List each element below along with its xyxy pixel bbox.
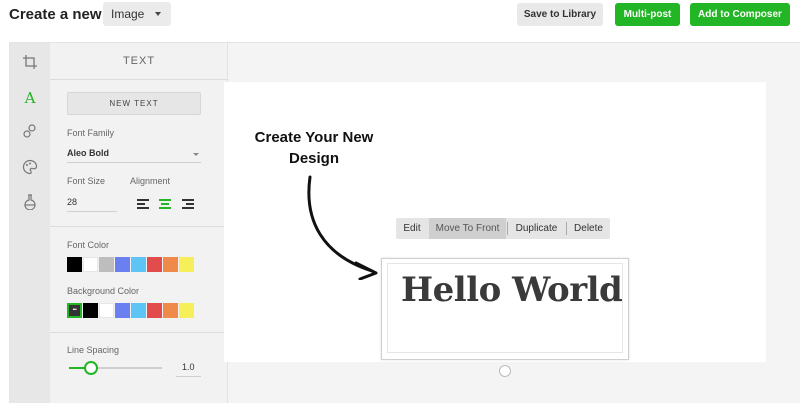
color-swatch[interactable] (179, 303, 194, 318)
align-right-icon[interactable] (182, 199, 194, 209)
rotate-handle[interactable] (499, 365, 511, 377)
background-color-swatches (67, 303, 195, 318)
color-swatch[interactable] (99, 257, 114, 272)
multi-post-button[interactable]: Multi-post (615, 3, 680, 26)
edit-button[interactable]: Edit (396, 218, 428, 239)
divider (67, 162, 201, 163)
text-element-bounds: Hello World (387, 263, 623, 353)
duplicate-button[interactable]: Duplicate (508, 218, 565, 239)
text-icon[interactable]: A (22, 89, 38, 105)
divider (50, 332, 228, 333)
chevron-down-icon (155, 12, 161, 16)
text-element-content[interactable]: Hello World (401, 270, 623, 310)
color-swatch[interactable] (147, 303, 162, 318)
top-bar: Create a new Image Save to Library Multi… (0, 0, 800, 30)
add-to-composer-button[interactable]: Add to Composer (690, 3, 790, 26)
background-color-label: Background Color (67, 286, 140, 296)
font-size-label: Font Size (67, 176, 106, 186)
color-swatch[interactable] (163, 257, 178, 272)
align-center-icon[interactable] (159, 199, 171, 209)
color-swatch[interactable] (131, 303, 146, 318)
crop-icon[interactable] (22, 54, 38, 70)
color-swatch[interactable] (115, 303, 130, 318)
font-size-input[interactable]: 28 (67, 197, 77, 207)
line-spacing-label: Line Spacing (67, 345, 120, 355)
divider (176, 376, 201, 377)
color-swatch[interactable] (115, 257, 130, 272)
filter-icon[interactable] (22, 194, 38, 210)
move-to-front-button[interactable]: Move To Front (429, 218, 506, 239)
color-swatch[interactable] (131, 257, 146, 272)
color-swatch[interactable] (67, 257, 82, 272)
slider-handle[interactable] (84, 361, 99, 375)
color-swatch[interactable] (67, 303, 82, 318)
type-select[interactable]: Image (103, 2, 171, 26)
font-family-select[interactable]: Aleo Bold (67, 148, 109, 158)
color-swatch[interactable] (163, 303, 178, 318)
save-to-library-button[interactable]: Save to Library (517, 3, 603, 26)
font-family-label: Font Family (67, 128, 115, 138)
text-panel: TEXT NEW TEXT Font Family Aleo Bold Font… (50, 43, 228, 403)
delete-button[interactable]: Delete (567, 218, 610, 239)
annotation-text: Create Your New Design (254, 129, 374, 167)
page-title: Create a new (9, 6, 102, 23)
line-spacing-value[interactable]: 1.0 (182, 362, 195, 372)
color-swatch[interactable] (147, 257, 162, 272)
font-color-label: Font Color (67, 240, 110, 250)
chevron-down-icon (193, 153, 199, 156)
type-select-value: Image (111, 7, 145, 21)
new-text-button[interactable]: NEW TEXT (67, 92, 201, 115)
divider (67, 211, 117, 212)
palette-icon[interactable] (22, 159, 38, 175)
color-swatch[interactable] (179, 257, 194, 272)
color-swatch[interactable] (99, 303, 114, 318)
divider (50, 79, 228, 80)
divider (50, 226, 228, 227)
align-left-icon[interactable] (137, 199, 149, 209)
text-element[interactable]: Hello World (381, 258, 629, 360)
color-swatch[interactable] (83, 257, 98, 272)
arrow-icon (307, 175, 378, 280)
shapes-icon[interactable] (22, 123, 38, 139)
svg-text:A: A (24, 89, 36, 105)
context-menu: Edit Move To Front Duplicate Delete (396, 218, 610, 239)
font-color-swatches (67, 257, 195, 272)
tool-rail: A (10, 43, 50, 403)
color-swatch[interactable] (83, 303, 98, 318)
alignment-label: Alignment (130, 176, 171, 186)
panel-title: TEXT (122, 55, 156, 67)
